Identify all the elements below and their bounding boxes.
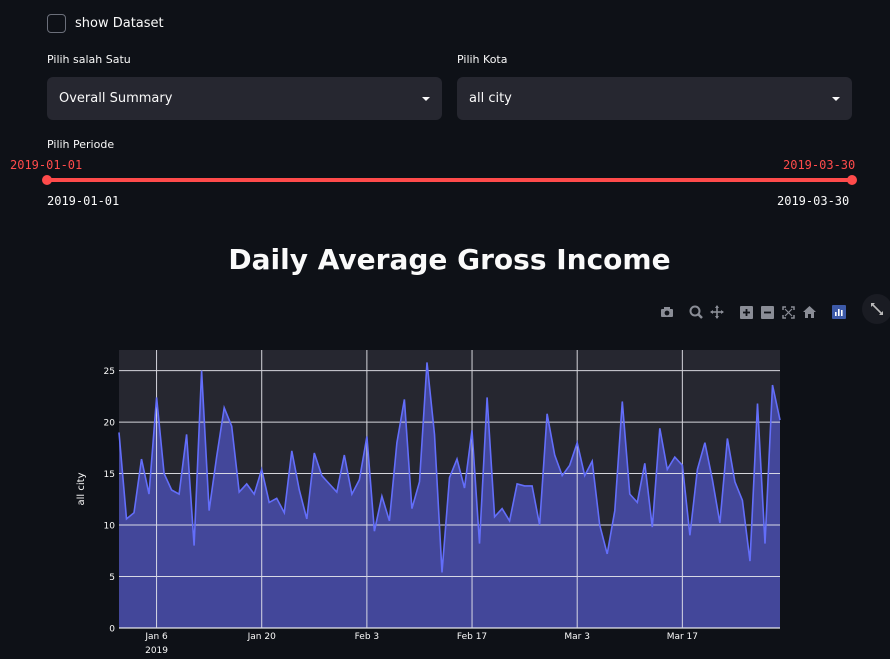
x-tick-label: Feb 3: [355, 632, 380, 642]
y-tick-label: 10: [104, 522, 116, 532]
x-tick-year-label: 2019: [145, 646, 168, 656]
x-tick-label: Feb 17: [457, 632, 487, 642]
y-tick-label: 25: [104, 367, 115, 377]
y-axis-label: all city: [76, 472, 87, 505]
x-tick-label: Jan 20: [247, 632, 276, 642]
y-tick-label: 0: [109, 625, 115, 635]
x-tick-label: Mar 3: [564, 632, 590, 642]
gross-income-chart: 0 5 10 15 20 25 Jan 6 2019 Jan 20 Feb 3 Feb 17 Mar …: [76, 350, 781, 656]
x-tick-label: Jan 6: [144, 632, 168, 642]
y-tick-label: 5: [109, 573, 115, 583]
y-tick-label: 20: [104, 419, 116, 429]
x-tick-label: Mar 17: [667, 632, 698, 642]
y-tick-label: 15: [104, 470, 115, 480]
